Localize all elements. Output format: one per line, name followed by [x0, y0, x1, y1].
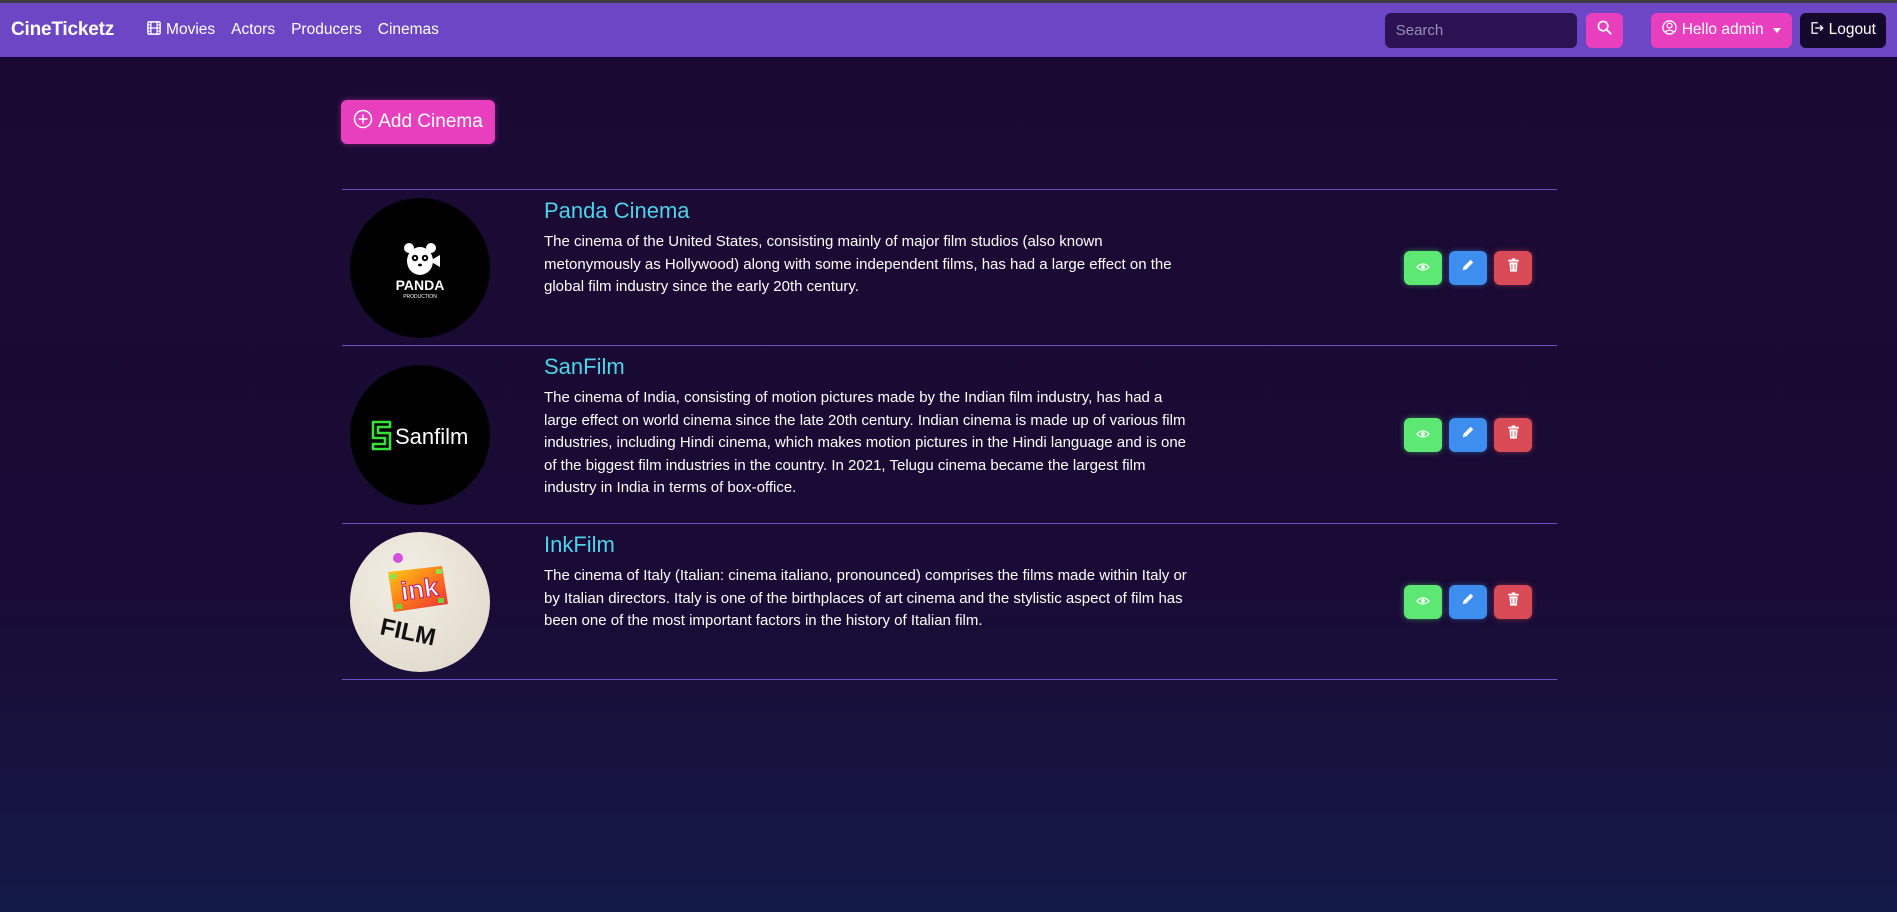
row-actions [1404, 250, 1532, 285]
cinema-info: SanFilm The cinema of India, consisting … [544, 354, 1194, 500]
nav-actors[interactable]: Actors [223, 21, 283, 39]
cinema-list: PANDA PRODUCTION Panda Cinema The cinema… [342, 189, 1557, 680]
navbar: CineTicketz Movies Actors Producers Cine… [0, 3, 1897, 57]
sanfilm-logo-mark [371, 420, 392, 450]
logout-label: Logout [1828, 21, 1876, 38]
trash-icon [1507, 425, 1520, 444]
chevron-down-icon [1772, 27, 1781, 33]
panda-logo-subtext: PRODUCTION [403, 294, 437, 300]
trash-icon [1507, 258, 1520, 277]
row-actions [1404, 417, 1532, 452]
inkfilm-logo-subtext: FILM [378, 613, 438, 651]
trash-icon [1507, 592, 1520, 611]
inkfilm-logo-text: ink [399, 571, 441, 606]
search-icon [1597, 20, 1612, 40]
cinema-name: Panda Cinema [544, 198, 690, 223]
edit-button[interactable] [1449, 417, 1487, 452]
add-cinema-button[interactable]: Add Cinema [341, 100, 495, 144]
pencil-icon [1461, 592, 1475, 611]
add-cinema-label: Add Cinema [378, 111, 483, 132]
eye-icon [1416, 259, 1430, 277]
delete-button[interactable] [1494, 584, 1532, 619]
edit-button[interactable] [1449, 250, 1487, 285]
view-button[interactable] [1404, 417, 1442, 452]
nav-links: Movies Actors Producers Cinemas [139, 20, 447, 40]
cinema-name: InkFilm [544, 532, 615, 557]
cinema-row: Sanfilm SanFilm The cinema of India, con… [342, 345, 1557, 523]
user-menu-button[interactable]: Hello admin [1650, 12, 1792, 48]
eye-icon [1416, 426, 1430, 444]
nav-right: Hello admin Logout [1384, 12, 1886, 48]
user-circle-icon [1662, 20, 1677, 40]
search-input[interactable] [1384, 12, 1577, 48]
brand-logo[interactable]: CineTicketz [11, 19, 114, 41]
delete-button[interactable] [1494, 417, 1532, 452]
eye-icon [1416, 593, 1430, 611]
cinema-logo-panda[interactable]: PANDA PRODUCTION [350, 197, 490, 338]
pencil-icon [1461, 425, 1475, 444]
cinema-name: SanFilm [544, 354, 625, 379]
cinema-logo-inkfilm[interactable]: ink FILM [350, 531, 490, 672]
pencil-icon [1461, 258, 1475, 277]
cinema-logo-sanfilm[interactable]: Sanfilm [350, 364, 490, 505]
nav-movies[interactable]: Movies [139, 20, 223, 40]
cinema-info: Panda Cinema The cinema of the United St… [544, 198, 1194, 299]
nav-producers[interactable]: Producers [283, 21, 370, 39]
cinema-description: The cinema of the United States, consist… [544, 233, 1172, 295]
panda-logo-mark [404, 242, 440, 275]
film-icon [147, 20, 161, 40]
panda-logo-text: PANDA [396, 277, 445, 293]
cinema-row: PANDA PRODUCTION Panda Cinema The cinema… [342, 189, 1557, 345]
cinema-row: ink FILM InkFilm The cinema of Italy (It… [342, 523, 1557, 680]
nav-cinemas[interactable]: Cinemas [370, 21, 447, 39]
search-button[interactable] [1585, 12, 1623, 48]
logout-icon [1810, 21, 1824, 40]
cinema-info: InkFilm The cinema of Italy (Italian: ci… [544, 532, 1194, 633]
cinema-description: The cinema of Italy (Italian: cinema ita… [544, 567, 1187, 629]
edit-button[interactable] [1449, 584, 1487, 619]
delete-button[interactable] [1494, 250, 1532, 285]
plus-circle-icon [353, 109, 373, 135]
nav-movies-label: Movies [166, 21, 216, 38]
logout-button[interactable]: Logout [1799, 12, 1886, 48]
cinema-description: The cinema of India, consisting of motio… [544, 389, 1187, 496]
sanfilm-logo-text: Sanfilm [395, 424, 468, 449]
user-menu-label: Hello admin [1681, 21, 1764, 38]
row-actions [1404, 584, 1532, 619]
view-button[interactable] [1404, 584, 1442, 619]
view-button[interactable] [1404, 250, 1442, 285]
